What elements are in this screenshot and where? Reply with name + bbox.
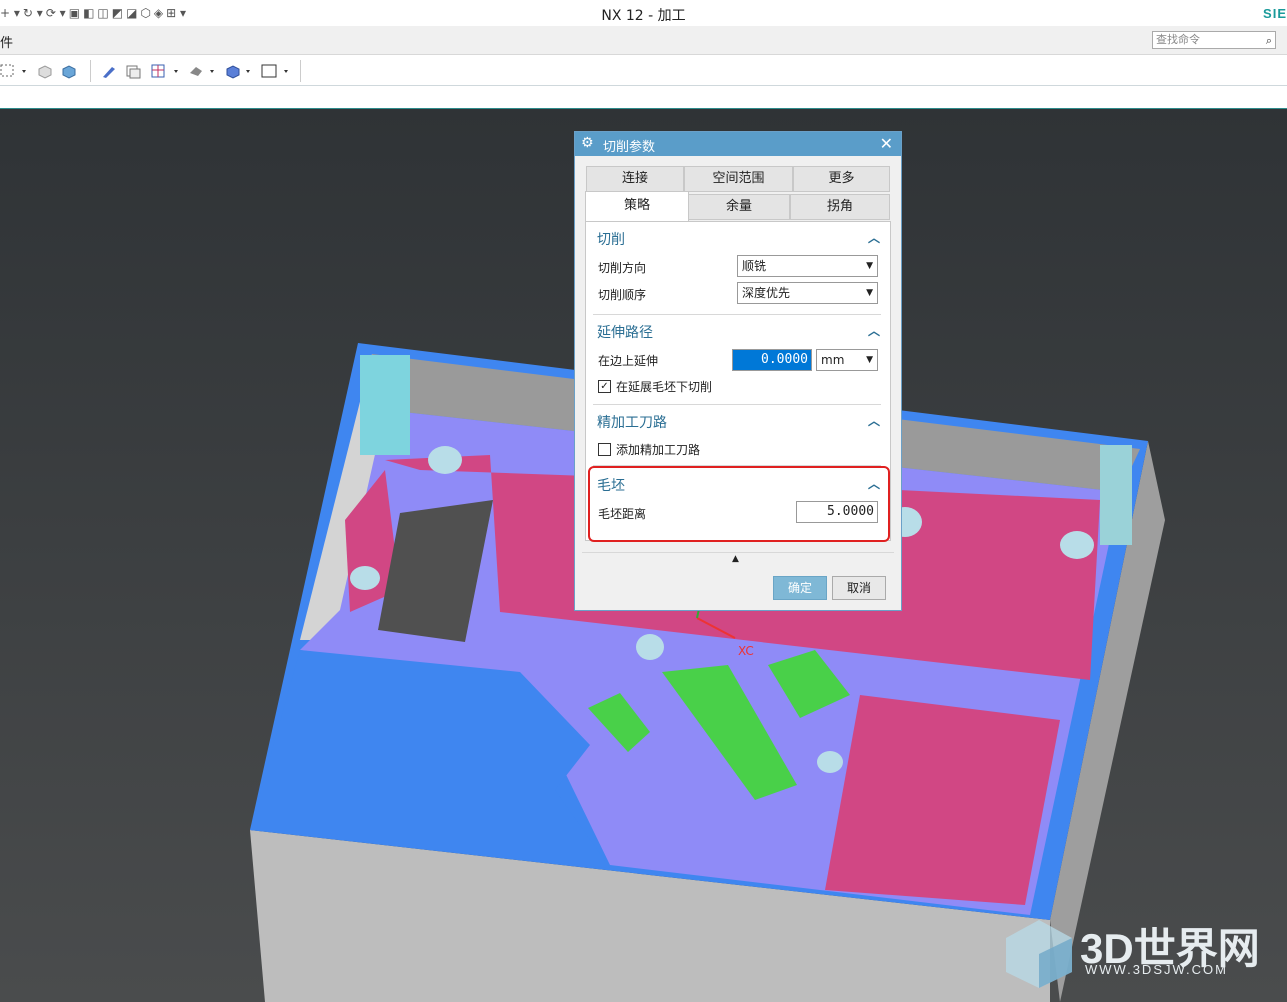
close-icon[interactable]: ✕ bbox=[880, 134, 893, 153]
tab-more[interactable]: 更多 bbox=[793, 166, 890, 192]
tab-connect[interactable]: 连接 bbox=[586, 166, 684, 192]
dialog-title: 切削参数 bbox=[603, 140, 656, 155]
add-finish-checkbox[interactable] bbox=[598, 443, 611, 456]
xc-label: XC bbox=[738, 644, 754, 658]
cut-direction-select[interactable]: 顺铣 ▼ bbox=[737, 255, 878, 277]
menu-file[interactable]: 件 bbox=[0, 32, 13, 51]
cut-direction-value: 顺铣 bbox=[742, 259, 767, 273]
view-cube-icon[interactable] bbox=[224, 63, 254, 79]
grid-icon[interactable] bbox=[150, 63, 182, 79]
brand-logo: SIE bbox=[1263, 6, 1287, 21]
cut-order-select[interactable]: 深度优先 ▼ bbox=[737, 282, 878, 304]
cancel-button[interactable]: 取消 bbox=[832, 576, 886, 600]
ok-button[interactable]: 确定 bbox=[773, 576, 827, 600]
collapse-cut-icon[interactable]: ︿ bbox=[868, 229, 880, 246]
hole-2 bbox=[350, 566, 380, 590]
menu-bar: 件 bbox=[0, 26, 1287, 55]
extend-edge-label: 在边上延伸 bbox=[598, 354, 659, 368]
hole-3 bbox=[636, 634, 664, 660]
collapse-extend-icon[interactable]: ︿ bbox=[868, 322, 880, 339]
hole-6 bbox=[1060, 531, 1094, 559]
gear-icon: ⚙ bbox=[581, 135, 594, 151]
boss-right bbox=[1100, 445, 1132, 545]
search-icon[interactable]: ⌕ bbox=[1266, 33, 1272, 49]
add-finish-label: 添加精加工刀路 bbox=[616, 443, 701, 457]
search-placeholder: 查找命令 bbox=[1156, 33, 1200, 46]
toolbar-separator-2 bbox=[300, 60, 301, 82]
dialog-header: ⚙ 切削参数 ✕ bbox=[575, 132, 901, 156]
watermark-url: WWW.3DSJW.COM bbox=[1085, 962, 1228, 977]
section-title-finish[interactable]: 精加工刀路 bbox=[597, 412, 667, 432]
cut-order-value: 深度优先 bbox=[742, 286, 791, 300]
boss-left bbox=[360, 355, 410, 455]
ribbon-strip bbox=[0, 85, 1287, 110]
part-icon[interactable] bbox=[60, 63, 78, 79]
tab-space-range[interactable]: 空间范围 bbox=[684, 166, 793, 192]
cut-order-label: 切削顺序 bbox=[598, 288, 647, 302]
toolbar-separator bbox=[90, 60, 91, 82]
cut-direction-label: 切削方向 bbox=[598, 261, 647, 275]
dropdown-arrow-icon: ▼ bbox=[866, 355, 873, 365]
shade-icon[interactable] bbox=[188, 63, 218, 79]
extend-unit-value: mm bbox=[821, 353, 845, 367]
tab-allowance[interactable]: 余量 bbox=[688, 194, 790, 220]
section-title-extend[interactable]: 延伸路径 bbox=[597, 322, 653, 342]
divider bbox=[593, 404, 881, 405]
dropdown-arrow-icon: ▼ bbox=[866, 261, 873, 271]
dropdown-arrow-icon: ▼ bbox=[866, 288, 873, 298]
block-icon[interactable] bbox=[36, 63, 54, 79]
pen-icon[interactable] bbox=[100, 63, 118, 79]
divider bbox=[593, 314, 881, 315]
collapse-finish-icon[interactable]: ︿ bbox=[868, 412, 880, 429]
extend-edge-input[interactable]: 0.0000 bbox=[732, 349, 812, 371]
tab-corner[interactable]: 拐角 bbox=[790, 194, 890, 220]
search-input[interactable]: 查找命令 ⌕ bbox=[1152, 31, 1276, 49]
highlight-box bbox=[588, 466, 890, 542]
toolbar bbox=[0, 55, 1287, 85]
hole-4 bbox=[817, 751, 843, 773]
pink-region-right bbox=[825, 695, 1060, 905]
layer-icon[interactable] bbox=[124, 63, 142, 79]
section-title-cut[interactable]: 切削 bbox=[597, 229, 625, 249]
tab-strategy[interactable]: 策略 bbox=[585, 191, 689, 221]
expand-arrow-icon[interactable]: ▲ bbox=[732, 554, 739, 564]
extend-unit-select[interactable]: mm ▼ bbox=[816, 349, 878, 371]
hole-1 bbox=[428, 446, 462, 474]
window-title: NX 12 - 加工 bbox=[601, 8, 686, 24]
selection-box-icon[interactable] bbox=[0, 63, 30, 79]
cut-under-checkbox[interactable]: ✓ bbox=[598, 380, 611, 393]
watermark-cube-icon bbox=[1006, 920, 1072, 988]
title-bar: + ▾ ↻ ▾ ⟳ ▾ ▣ ◧ ◫ ◩ ◪ ⬡ ◈ ⊞ ▾ NX 12 - 加工… bbox=[0, 0, 1287, 26]
frame-icon[interactable] bbox=[260, 63, 292, 79]
divider bbox=[582, 552, 894, 553]
cut-under-label: 在延展毛坯下切削 bbox=[616, 380, 713, 394]
